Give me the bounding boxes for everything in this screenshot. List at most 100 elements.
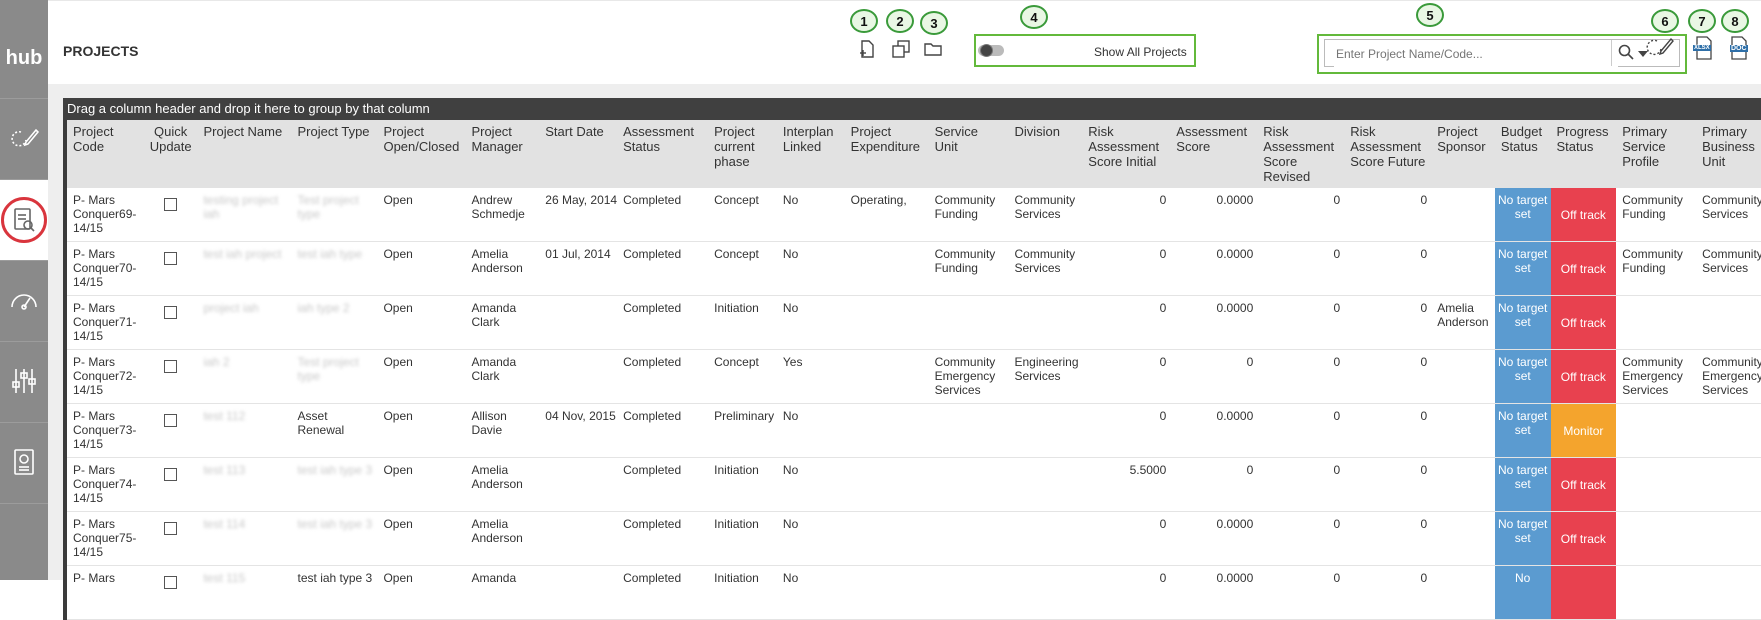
quick-update-checkbox[interactable]	[164, 414, 178, 427]
cell-type: test iah type 3	[291, 565, 378, 620]
column-header[interactable]: Progress Status	[1550, 120, 1617, 188]
callout-badge: 5	[1416, 3, 1444, 27]
page-title: PROJECTS	[63, 43, 139, 59]
cell-business: Community Services	[1696, 241, 1761, 296]
table-row[interactable]: P- Mars Conquer71-14/15 project iah iah ty…	[63, 295, 1761, 350]
column-header[interactable]: Project Name	[197, 120, 292, 188]
column-header[interactable]: Start Date	[539, 120, 618, 188]
cell-code: P- Mars Conquer74-14/15	[63, 457, 142, 512]
sidebar-item-projects[interactable]	[0, 180, 48, 261]
cell-oc: Open	[377, 403, 466, 458]
quick-update-checkbox[interactable]	[164, 576, 178, 589]
cell-phase: Initiation	[708, 295, 777, 350]
cell-astatus: Completed	[617, 241, 709, 296]
sidebar-item-settings[interactable]	[0, 342, 48, 423]
table-header-row: Project Code Quick Update Project Name Proj…	[63, 120, 1761, 188]
sidebar-item-dashboard[interactable]	[0, 261, 48, 342]
column-header[interactable]: Primary Service Profile	[1616, 120, 1697, 188]
new-project-button[interactable]	[856, 39, 878, 61]
cell-budget: No target set	[1494, 511, 1551, 566]
cell-astatus: Completed	[617, 403, 709, 458]
cell-type: Test project type	[291, 188, 378, 242]
table-row[interactable]: P- Mars Conquer74-14/15 test 113 test iah …	[63, 457, 1761, 512]
cell-expenditure	[844, 511, 929, 566]
table-row[interactable]: P- Mars Conquer69-14/15 testing project i…	[63, 188, 1761, 242]
quick-update-checkbox[interactable]	[164, 306, 178, 319]
quick-update-cell	[141, 349, 198, 404]
hub-logo[interactable]: hub	[0, 18, 48, 99]
table-row[interactable]: P- Mars Conquer75-14/15 test 114 test iah …	[63, 511, 1761, 566]
column-header[interactable]: Quick Update	[141, 120, 198, 188]
quick-update-checkbox[interactable]	[164, 522, 178, 535]
folder-icon	[923, 40, 943, 61]
doc-label: DOC	[1730, 45, 1748, 52]
cell-phase: Concept	[708, 188, 777, 242]
cell-expenditure	[844, 403, 929, 458]
quick-update-checkbox[interactable]	[164, 468, 178, 481]
cell-code: P- Mars Conquer73-14/15	[63, 403, 142, 458]
column-header[interactable]: Project Expenditure	[844, 120, 929, 188]
search-input[interactable]	[1334, 41, 1618, 67]
cell-risk-revised: 0	[1257, 403, 1345, 458]
cell-risk-revised: 0	[1257, 565, 1345, 620]
column-header[interactable]: Risk Assessment Score Future	[1344, 120, 1432, 188]
cell-code: P- Mars	[63, 565, 142, 620]
column-header[interactable]: Assessment Status	[617, 120, 709, 188]
cell-start	[539, 349, 618, 404]
quick-edit-button[interactable]	[1646, 37, 1676, 59]
copy-project-button[interactable]	[890, 39, 912, 61]
cell-expenditure	[844, 349, 929, 404]
column-header[interactable]: Service Unit	[928, 120, 1009, 188]
open-folder-button[interactable]	[922, 39, 944, 61]
sidebar-item-reports[interactable]	[0, 423, 48, 504]
table-row[interactable]: P- Mars Conquer70-14/15 test iah project t…	[63, 241, 1761, 296]
cell-profile	[1616, 565, 1697, 620]
cell-oc: Open	[377, 511, 466, 566]
export-xlsx-button[interactable]: XLSX	[1692, 35, 1716, 61]
column-header[interactable]: Assessment Score	[1170, 120, 1258, 188]
column-header[interactable]: Project Manager	[465, 120, 540, 188]
column-header[interactable]: Project Sponsor	[1431, 120, 1495, 188]
cell-name: test 114	[197, 511, 292, 566]
cell-risk-revised: 0	[1257, 295, 1345, 350]
cell-sponsor	[1431, 188, 1495, 242]
sidebar-item-assessments[interactable]	[0, 99, 48, 180]
export-doc-button[interactable]: DOC	[1727, 35, 1751, 61]
table-row[interactable]: P- Mars Conquer73-14/15 test 112 Asset Ren…	[63, 403, 1761, 458]
cell-type: test iah type	[291, 241, 378, 296]
refresh-pencil-icon	[1646, 36, 1676, 61]
cell-start: 01 Jul, 2014	[539, 241, 618, 296]
quick-update-checkbox[interactable]	[164, 198, 178, 211]
cell-oc: Open	[377, 349, 466, 404]
cell-code: P- Mars Conquer69-14/15	[63, 188, 142, 242]
column-header[interactable]: Risk Assessment Score Initial	[1082, 120, 1171, 188]
cell-unit	[928, 295, 1009, 350]
sliders-icon	[11, 367, 37, 398]
group-by-bar[interactable]: Drag a column header and drop it here to…	[63, 98, 1761, 120]
cell-sponsor	[1431, 511, 1495, 566]
quick-update-checkbox[interactable]	[164, 252, 178, 265]
project-search	[1324, 39, 1680, 67]
table-row[interactable]: P- Mars Conquer72-14/15 iah 2 Test project…	[63, 349, 1761, 404]
cell-interplan: No	[776, 457, 845, 512]
cell-budget: No	[1494, 565, 1551, 620]
column-header[interactable]: Division	[1008, 120, 1083, 188]
column-header[interactable]: Interplan Linked	[776, 120, 845, 188]
column-header[interactable]: Project Open/Closed	[377, 120, 466, 188]
cell-oc: Open	[377, 457, 466, 512]
cell-business	[1696, 403, 1761, 458]
column-header[interactable]: Project Type	[291, 120, 378, 188]
cell-risk-revised: 0	[1257, 457, 1345, 512]
quick-update-checkbox[interactable]	[164, 360, 178, 373]
column-header[interactable]: Risk Assessment Score Revised	[1257, 120, 1345, 188]
cell-business	[1696, 295, 1761, 350]
column-header[interactable]: Project Code	[63, 120, 142, 188]
cell-unit	[928, 511, 1009, 566]
column-header[interactable]: Project current phase	[708, 120, 777, 188]
column-header[interactable]: Budget Status	[1494, 120, 1551, 188]
cell-astatus: Completed	[617, 295, 709, 350]
cell-profile	[1616, 403, 1697, 458]
column-header[interactable]: Primary Business Unit	[1696, 120, 1761, 188]
table-row[interactable]: P- Mars test 115 test iah type 3 Open Amanda…	[63, 565, 1761, 620]
show-all-projects-toggle[interactable]	[978, 44, 1004, 57]
